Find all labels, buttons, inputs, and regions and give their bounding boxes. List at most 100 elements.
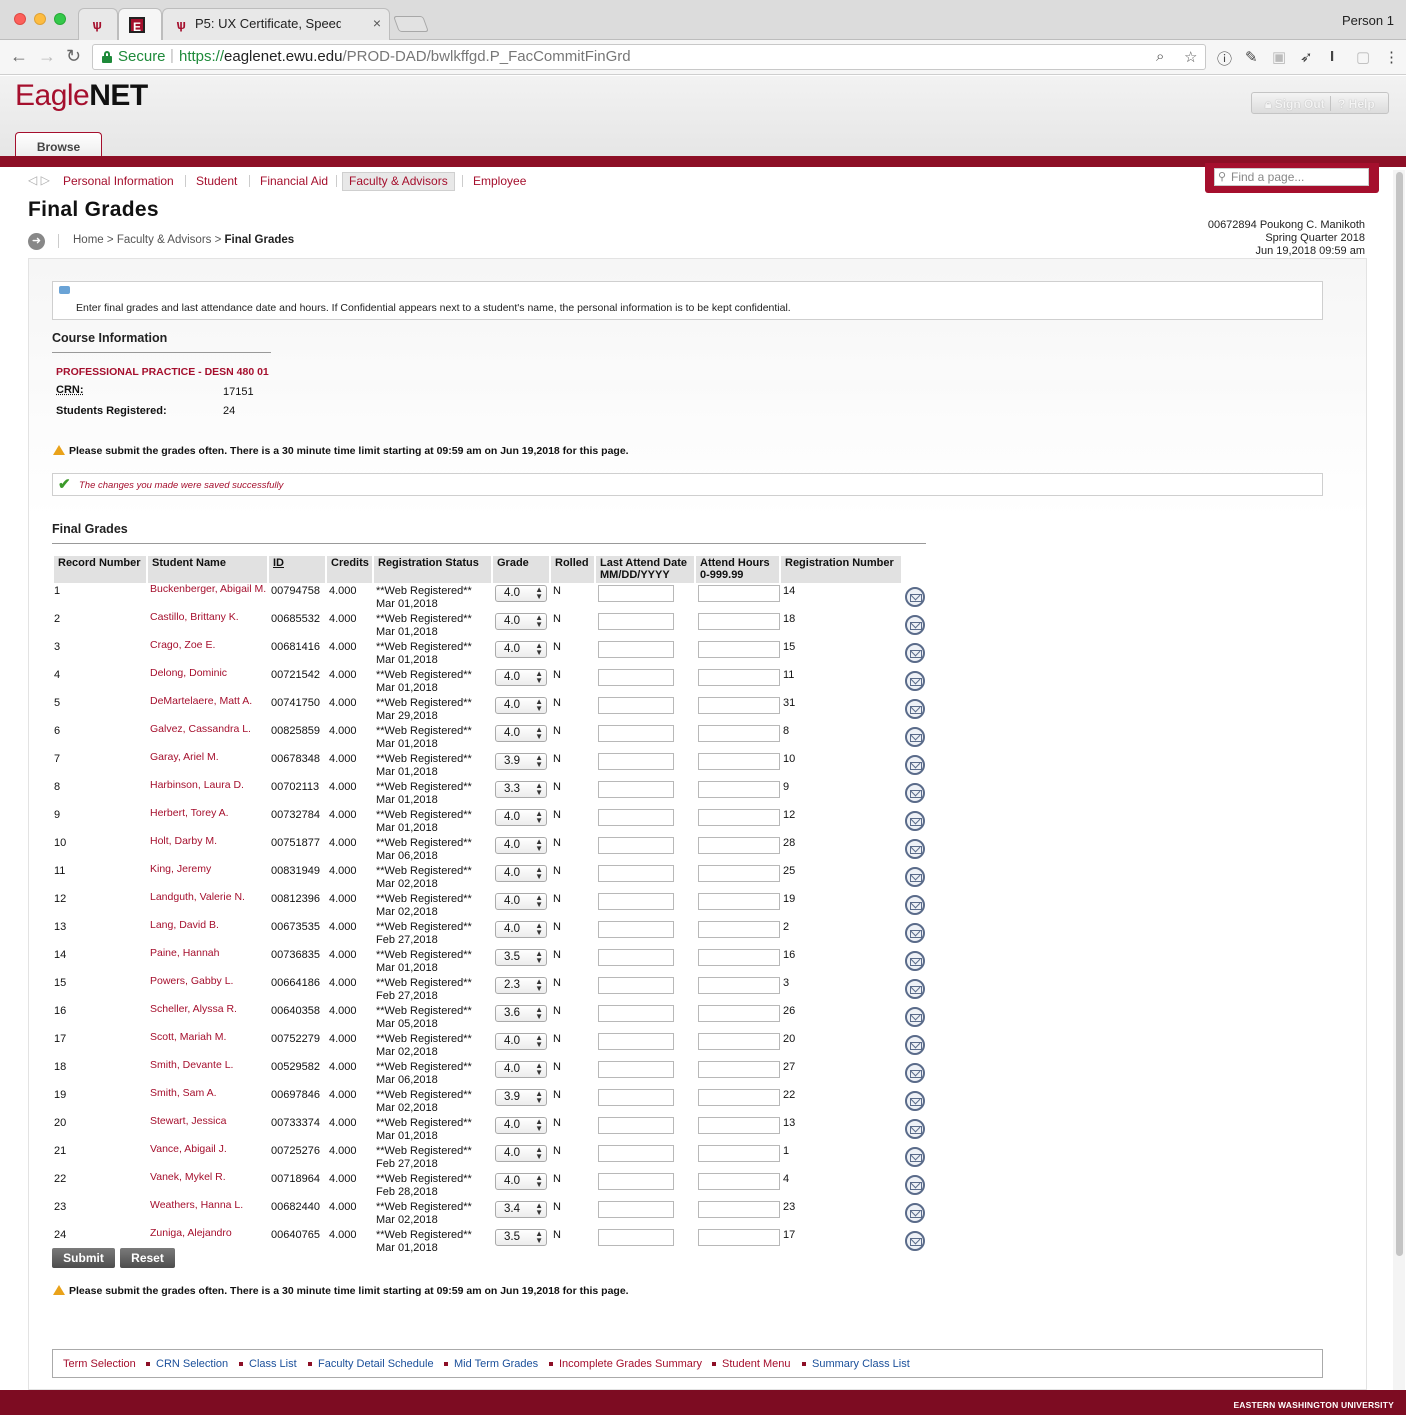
student-name-link[interactable]: Herbert, Torey A. <box>148 807 267 835</box>
footer-link[interactable]: Faculty Detail Schedule <box>318 1358 434 1370</box>
eaglenet-logo[interactable]: EagleNET <box>15 79 148 113</box>
student-name-link[interactable]: Delong, Dominic <box>148 667 267 695</box>
breadcrumb-faculty-advisors[interactable]: Faculty & Advisors <box>117 234 212 246</box>
attend-hours-input[interactable] <box>698 1005 780 1022</box>
grade-select[interactable]: 4.0 ▲ ▼ <box>495 669 547 686</box>
reset-button[interactable]: Reset <box>120 1248 175 1268</box>
zoom-search-icon[interactable]: ⌕ <box>1156 48 1164 65</box>
attend-hours-input[interactable] <box>698 1173 780 1190</box>
student-name-link[interactable]: Landguth, Valerie N. <box>148 891 267 919</box>
attend-hours-input[interactable] <box>698 1061 780 1078</box>
student-name-link[interactable]: Vance, Abigail J. <box>148 1143 267 1171</box>
email-icon[interactable] <box>905 1091 925 1111</box>
profile-name[interactable]: Person 1 <box>1342 13 1394 28</box>
find-page-input[interactable]: ⚲ Find a page... <box>1214 168 1369 186</box>
last-attend-date-input[interactable] <box>598 613 674 630</box>
grade-select[interactable]: 4.0 ▲ ▼ <box>495 641 547 658</box>
grade-select[interactable]: 4.0 ▲ ▼ <box>495 1145 547 1162</box>
menu-item-student[interactable]: Student <box>196 174 237 188</box>
last-attend-date-input[interactable] <box>598 1089 674 1106</box>
extension-info-icon[interactable]: ⓘ <box>1217 48 1232 69</box>
last-attend-date-input[interactable] <box>598 921 674 938</box>
last-attend-date-input[interactable] <box>598 1005 674 1022</box>
last-attend-date-input[interactable] <box>598 781 674 798</box>
email-icon[interactable] <box>905 951 925 971</box>
last-attend-date-input[interactable] <box>598 977 674 994</box>
student-name-link[interactable]: Buckenberger, Abigail M. <box>148 583 267 611</box>
grade-select[interactable]: 4.0 ▲ ▼ <box>495 1033 547 1050</box>
student-name-link[interactable]: Scheller, Alyssa R. <box>148 1003 267 1031</box>
sign-out-button[interactable]: 🔒︎ Sign Out <box>1265 97 1325 112</box>
browser-tab-eaglenet[interactable]: ѱ <box>78 8 118 40</box>
email-icon[interactable] <box>905 839 925 859</box>
breadcrumb-home[interactable]: Home <box>73 234 104 246</box>
last-attend-date-input[interactable] <box>598 641 674 658</box>
attend-hours-input[interactable] <box>698 725 780 742</box>
email-icon[interactable] <box>905 671 925 691</box>
email-icon[interactable] <box>905 1007 925 1027</box>
email-icon[interactable] <box>905 1203 925 1223</box>
attend-hours-input[interactable] <box>698 1229 780 1246</box>
last-attend-date-input[interactable] <box>598 865 674 882</box>
student-name-link[interactable]: Lang, David B. <box>148 919 267 947</box>
menu-item-personal-information[interactable]: Personal Information <box>63 174 174 188</box>
student-name-link[interactable]: Weathers, Hanna L. <box>148 1199 267 1227</box>
student-name-link[interactable]: Holt, Darby M. <box>148 835 267 863</box>
scrollbar-thumb[interactable] <box>1396 172 1403 1256</box>
footer-link[interactable]: Incomplete Grades Summary <box>559 1358 702 1370</box>
minimize-window-button[interactable] <box>34 13 46 25</box>
attend-hours-input[interactable] <box>698 837 780 854</box>
email-icon[interactable] <box>905 699 925 719</box>
email-icon[interactable] <box>905 1147 925 1167</box>
student-name-link[interactable]: DeMartelaere, Matt A. <box>148 695 267 723</box>
student-name-link[interactable]: Galvez, Cassandra L. <box>148 723 267 751</box>
email-icon[interactable] <box>905 783 925 803</box>
email-icon[interactable] <box>905 979 925 999</box>
attend-hours-input[interactable] <box>698 809 780 826</box>
menu-scroll-arrows-icon[interactable]: ◁ ▷ <box>28 173 50 187</box>
email-icon[interactable] <box>905 1119 925 1139</box>
forward-arrow-icon[interactable]: → <box>38 46 56 67</box>
last-attend-date-input[interactable] <box>598 949 674 966</box>
grade-select[interactable]: 3.9 ▲ ▼ <box>495 1089 547 1106</box>
grade-select[interactable]: 3.5 ▲ ▼ <box>495 949 547 966</box>
student-name-link[interactable]: Castillo, Brittany K. <box>148 611 267 639</box>
grade-select[interactable]: 4.0 ▲ ▼ <box>495 1117 547 1134</box>
grade-select[interactable]: 4.0 ▲ ▼ <box>495 809 547 826</box>
attend-hours-input[interactable] <box>698 949 780 966</box>
last-attend-date-input[interactable] <box>598 753 674 770</box>
new-tab-button[interactable] <box>393 16 429 32</box>
address-bar[interactable]: Secure | https://eaglenet.ewu.edu/PROD-D… <box>92 44 1206 70</box>
email-icon[interactable] <box>905 811 925 831</box>
email-icon[interactable] <box>905 1063 925 1083</box>
attend-hours-input[interactable] <box>698 753 780 770</box>
last-attend-date-input[interactable] <box>598 1145 674 1162</box>
grade-select[interactable]: 3.5 ▲ ▼ <box>495 1229 547 1246</box>
footer-link[interactable]: Mid Term Grades <box>454 1358 538 1370</box>
footer-link[interactable]: Summary Class List <box>812 1358 910 1370</box>
bookmark-star-icon[interactable]: ☆ <box>1184 48 1197 66</box>
email-icon[interactable] <box>905 755 925 775</box>
extension-rocket-icon[interactable]: ➶ <box>1300 48 1313 66</box>
grade-select[interactable]: 2.3 ▲ ▼ <box>495 977 547 994</box>
attend-hours-input[interactable] <box>698 697 780 714</box>
student-name-link[interactable]: Scott, Mariah M. <box>148 1031 267 1059</box>
attend-hours-input[interactable] <box>698 1089 780 1106</box>
student-name-link[interactable]: Paine, Hannah <box>148 947 267 975</box>
maximize-window-button[interactable] <box>54 13 66 25</box>
footer-link[interactable]: Student Menu <box>722 1358 791 1370</box>
email-icon[interactable] <box>905 895 925 915</box>
footer-link[interactable]: CRN Selection <box>156 1358 228 1370</box>
extension-box-icon[interactable]: ▢ <box>1356 48 1370 66</box>
last-attend-date-input[interactable] <box>598 809 674 826</box>
email-icon[interactable] <box>905 727 925 747</box>
reload-icon[interactable]: ↻ <box>66 46 81 67</box>
attend-hours-input[interactable] <box>698 1201 780 1218</box>
grade-select[interactable]: 4.0 ▲ ▼ <box>495 697 547 714</box>
extension-pin-icon[interactable]: ✎ <box>1245 48 1258 66</box>
submit-button[interactable]: Submit <box>52 1248 115 1268</box>
close-window-button[interactable] <box>14 13 26 25</box>
last-attend-date-input[interactable] <box>598 837 674 854</box>
attend-hours-input[interactable] <box>698 1033 780 1050</box>
attend-hours-input[interactable] <box>698 641 780 658</box>
